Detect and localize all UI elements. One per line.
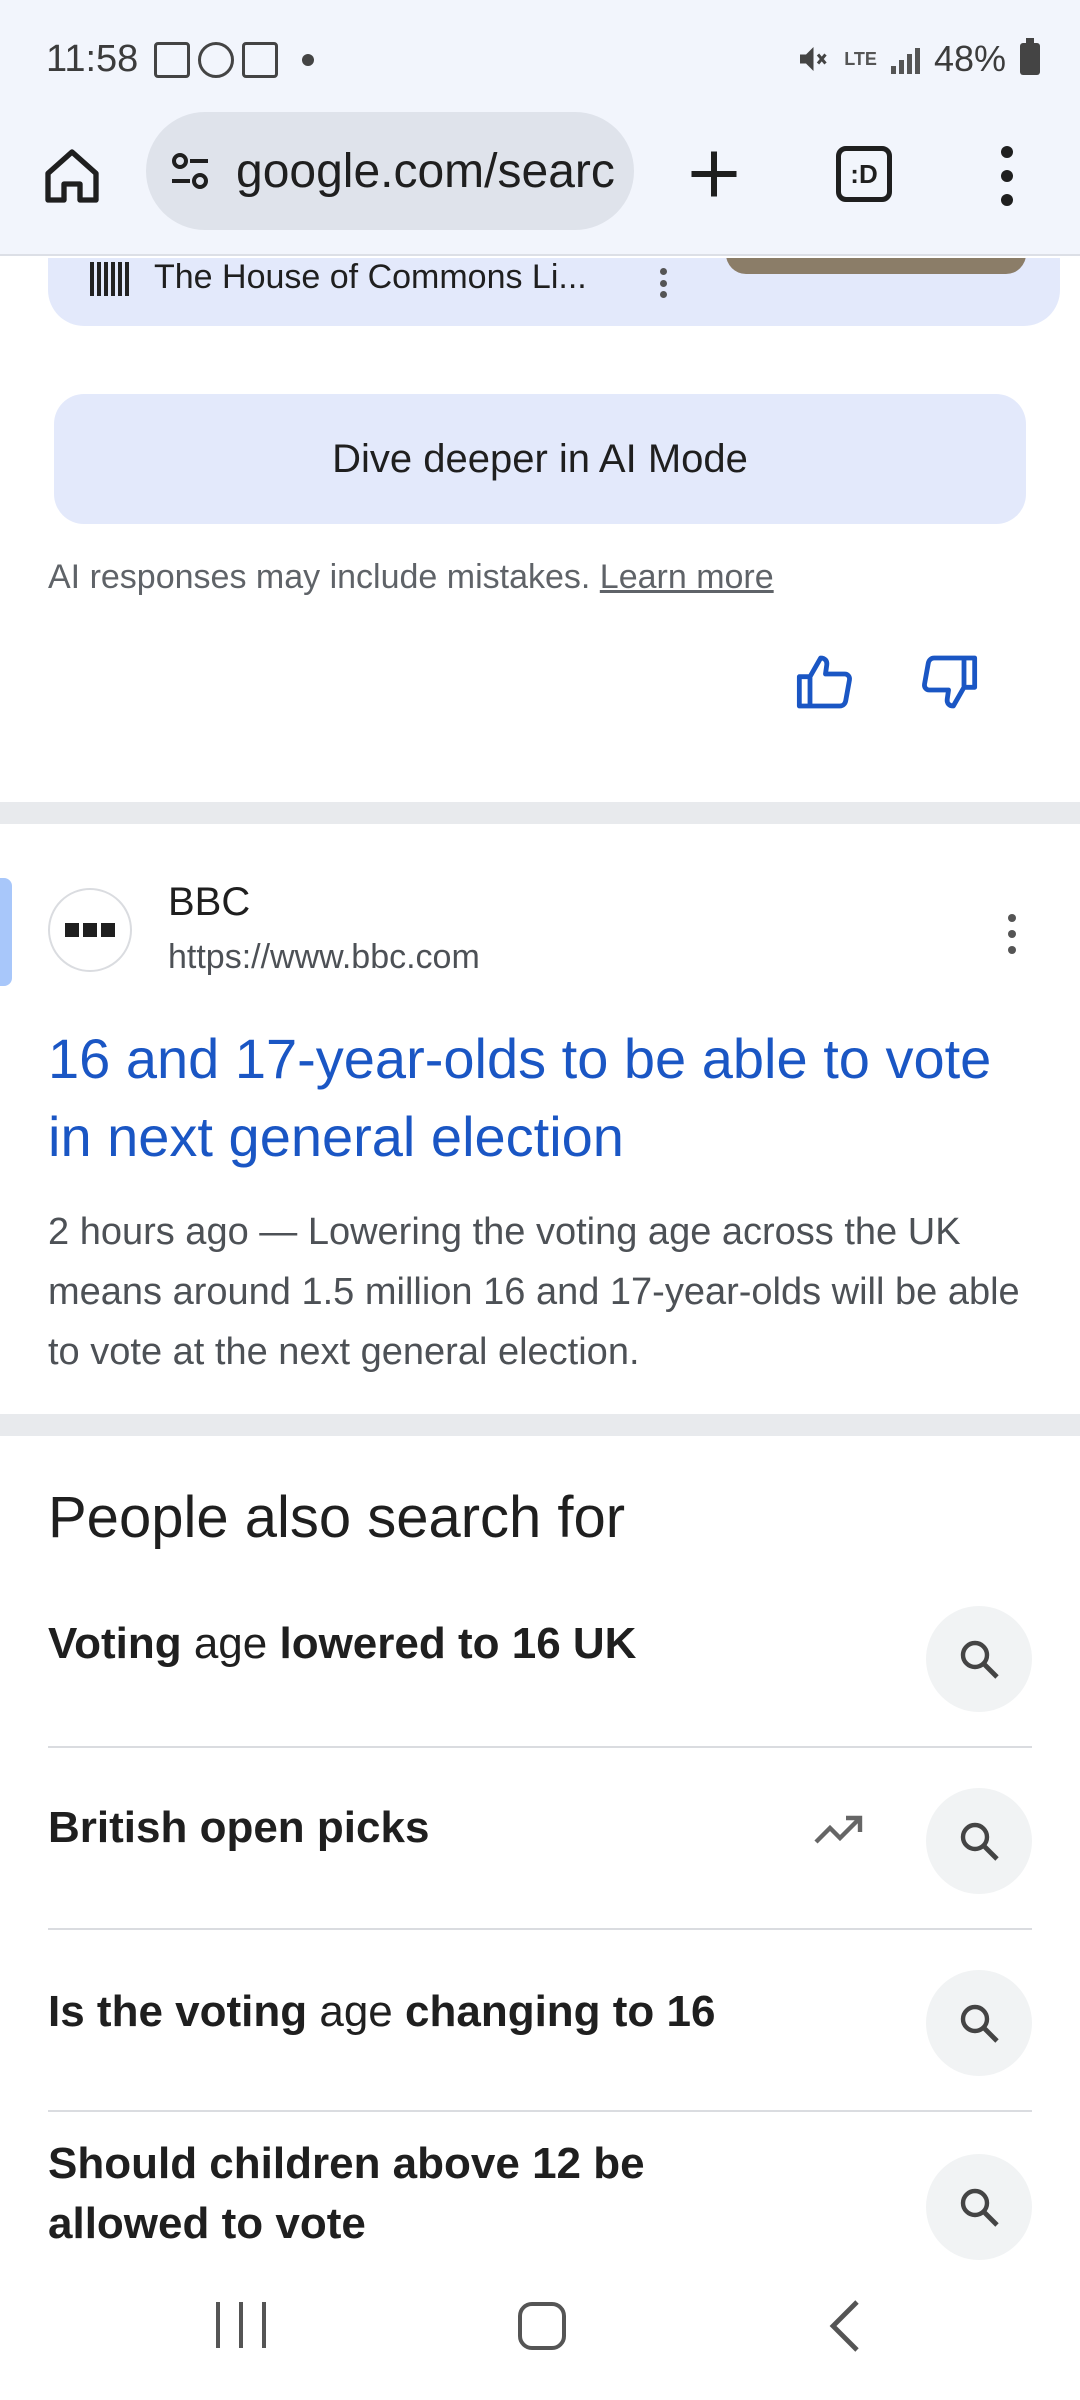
back-icon[interactable] xyxy=(820,2298,870,2354)
trending-icon xyxy=(814,1815,863,1844)
disclaimer-text: AI responses may include mistakes. xyxy=(48,558,591,596)
ai-disclaimer: AI responses may include mistakes. Learn… xyxy=(48,558,774,597)
url-text: google.com/searc xyxy=(236,144,615,198)
site-settings-icon[interactable] xyxy=(166,147,214,195)
result-url: https://www.bbc.com xyxy=(168,938,480,976)
source-name: The House of Commons Li... xyxy=(154,258,587,296)
search-icon[interactable] xyxy=(926,1606,1032,1712)
recent-apps-icon[interactable] xyxy=(216,2302,266,2352)
dot-icon xyxy=(302,54,314,66)
result-snippet: 2 hours ago — Lowering the voting age ac… xyxy=(48,1211,1020,1373)
people-also-search-heading: People also search for xyxy=(48,1485,626,1550)
related-search-text: Should children above 12 be allowed to v… xyxy=(48,2139,645,2248)
notification-icons xyxy=(154,42,314,78)
system-nav-bar xyxy=(0,2278,1080,2400)
system-icons: LTE 48% xyxy=(794,38,1040,80)
source-thumbnail xyxy=(726,258,1026,274)
source-more-icon[interactable] xyxy=(660,268,670,298)
learn-more-link[interactable]: Learn more xyxy=(600,558,774,596)
related-search-item[interactable]: Is the voting age changing to 16 xyxy=(48,1930,1032,2112)
result-more-icon[interactable] xyxy=(1006,914,1018,954)
status-time: 11:58 xyxy=(46,38,139,80)
stop-icon xyxy=(198,42,234,78)
ai-mode-button[interactable]: Dive deeper in AI Mode xyxy=(54,394,1026,524)
thumbs-down-icon[interactable] xyxy=(916,650,980,714)
tab-switcher-icon[interactable]: :D xyxy=(836,146,892,202)
section-divider xyxy=(0,1414,1080,1436)
new-tab-icon[interactable] xyxy=(684,144,744,204)
home-button-icon[interactable] xyxy=(518,2302,566,2350)
ai-source-card[interactable]: The House of Commons Li... xyxy=(48,258,1060,326)
related-search-text: Voting age lowered to 16 UK xyxy=(48,1619,637,1668)
image-icon xyxy=(242,42,278,78)
battery-icon xyxy=(1020,38,1040,75)
search-icon[interactable] xyxy=(926,2154,1032,2260)
bbc-logo xyxy=(48,888,132,972)
search-results: The House of Commons Li... Dive deeper i… xyxy=(0,258,1080,2278)
overflow-menu-icon[interactable] xyxy=(996,146,1018,206)
news-icon xyxy=(154,42,190,78)
status-bar: 11:58 LTE 48% xyxy=(0,0,1080,110)
search-icon[interactable] xyxy=(926,1788,1032,1894)
mute-icon xyxy=(800,47,827,71)
browser-toolbar: google.com/searc :D xyxy=(0,110,1080,256)
lte-icon: LTE xyxy=(844,49,877,69)
search-icon[interactable] xyxy=(926,1970,1032,2076)
related-search-item[interactable]: Should children above 12 be allowed to v… xyxy=(48,2112,1032,2278)
result-marker xyxy=(0,878,12,986)
home-icon[interactable] xyxy=(40,144,104,208)
result-site-name: BBC xyxy=(168,880,251,924)
related-search-item[interactable]: Voting age lowered to 16 UK xyxy=(48,1566,1032,1748)
source-favicon-icon xyxy=(90,262,130,296)
address-bar[interactable]: google.com/searc xyxy=(146,112,634,230)
thumbs-up-icon[interactable] xyxy=(794,650,858,714)
related-search-item[interactable]: British open picks xyxy=(48,1748,1032,1930)
signal-icon xyxy=(890,44,920,74)
result-title-link[interactable]: 16 and 17-year-olds to be able to vote i… xyxy=(48,1020,1028,1176)
related-search-text: British open picks xyxy=(48,1803,430,1852)
section-divider xyxy=(0,802,1080,824)
battery-percent: 48% xyxy=(933,38,1006,79)
related-search-text: Is the voting age changing to 16 xyxy=(48,1987,716,2036)
